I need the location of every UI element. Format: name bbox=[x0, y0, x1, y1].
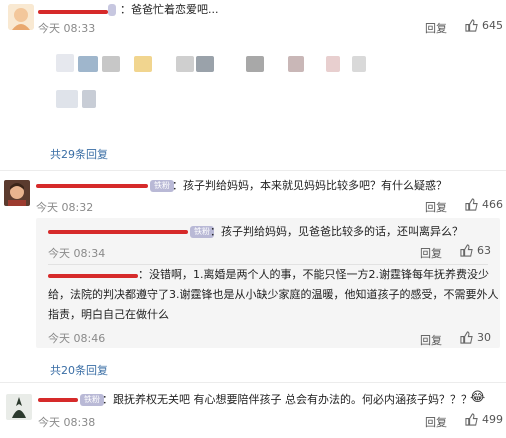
reply-button[interactable]: 回复 bbox=[420, 245, 442, 261]
reply-text-line-1: ：没错啊，1.离婚是两个人的事，不能只怪一方2.谢霆锋每年抚养费没少 bbox=[138, 268, 489, 281]
divider bbox=[0, 170, 506, 171]
like-count: 30 bbox=[477, 331, 491, 344]
avatar-image bbox=[6, 394, 32, 420]
divider bbox=[0, 382, 506, 383]
like-count: 63 bbox=[477, 244, 491, 257]
like-button[interactable]: 499 bbox=[465, 413, 503, 426]
reply-button[interactable]: 回复 bbox=[420, 332, 442, 348]
avatar[interactable] bbox=[8, 4, 34, 30]
blurred-image[interactable] bbox=[38, 44, 498, 140]
reply-button[interactable]: 回复 bbox=[425, 199, 447, 215]
reply-text-line-2: 给，法院的判决都遵守了3.谢霆锋也是从小缺少家庭的温暖，他知道孩子的感受，不需要… bbox=[48, 288, 499, 301]
more-replies-link[interactable]: 共20条回复 bbox=[50, 362, 108, 378]
thumbs-up-icon bbox=[465, 413, 478, 426]
avatar-image bbox=[4, 180, 30, 206]
like-count: 499 bbox=[482, 413, 503, 426]
divider bbox=[48, 264, 488, 265]
like-button[interactable]: 645 bbox=[465, 19, 503, 32]
avatar[interactable] bbox=[4, 180, 30, 206]
like-button[interactable]: 30 bbox=[460, 331, 491, 344]
reply-button[interactable]: 回复 bbox=[425, 414, 447, 430]
comment-text: ：跟抚养权无关吧 有心想要陪伴孩子 总会有办法的。何必内涵孩子妈？？？ bbox=[102, 393, 472, 406]
username-redacted bbox=[36, 184, 148, 188]
like-button[interactable]: 466 bbox=[465, 198, 503, 211]
thumbs-up-icon bbox=[465, 19, 478, 32]
comment-text: ：爸爸忙着恋爱吧... bbox=[120, 3, 219, 16]
thumbs-up-icon bbox=[460, 244, 473, 257]
comment-time: 今天 08:33 bbox=[38, 22, 96, 35]
avatar[interactable] bbox=[6, 394, 32, 420]
username-redacted bbox=[38, 10, 108, 14]
reply-time: 今天 08:46 bbox=[48, 332, 106, 345]
comment-text: ：孩子判给妈妈，本来就见妈妈比较多吧？有什么疑惑？ bbox=[172, 179, 447, 192]
username-redacted bbox=[48, 230, 188, 234]
username-redacted bbox=[38, 398, 78, 402]
username-redacted bbox=[48, 274, 138, 278]
like-count: 645 bbox=[482, 19, 503, 32]
avatar-image bbox=[8, 4, 34, 30]
comment-time: 今天 08:38 bbox=[38, 416, 96, 429]
reply-text-line-3: 指责，明白自己在做什么 bbox=[48, 308, 169, 321]
thumbs-up-icon bbox=[460, 331, 473, 344]
laughing-emoji-icon: 😂 bbox=[470, 390, 486, 405]
fan-badge: 铁粉 bbox=[150, 180, 174, 192]
thumbs-up-icon bbox=[465, 198, 478, 211]
fan-badge bbox=[108, 4, 116, 16]
more-replies-link[interactable]: 共29条回复 bbox=[50, 146, 108, 162]
like-count: 466 bbox=[482, 198, 503, 211]
like-button[interactable]: 63 bbox=[460, 244, 491, 257]
fan-badge: 铁粉 bbox=[80, 394, 104, 406]
comment-time: 今天 08:32 bbox=[36, 201, 94, 214]
reply-button[interactable]: 回复 bbox=[425, 20, 447, 36]
reply-text: ：孩子判给妈妈，见爸爸比较多的话，还叫离异么？ bbox=[210, 225, 463, 238]
reply-time: 今天 08:34 bbox=[48, 247, 106, 260]
